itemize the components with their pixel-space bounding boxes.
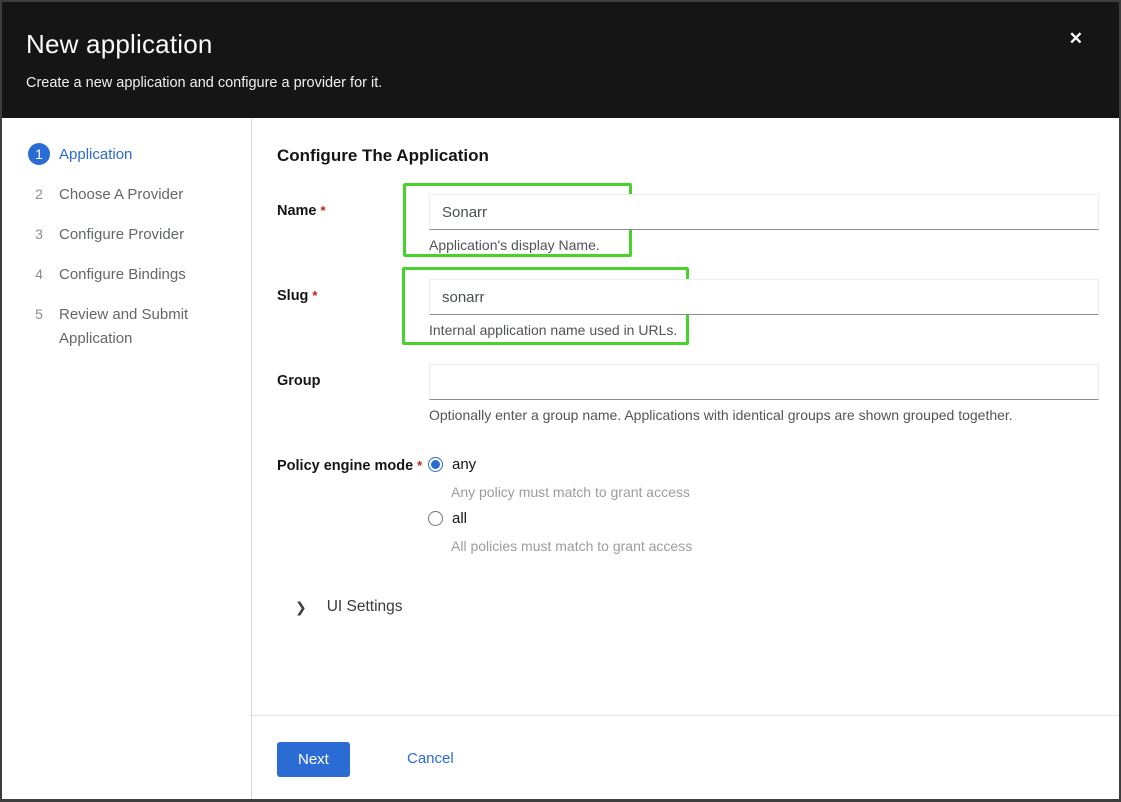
policy-engine-mode-label: Policy engine mode*	[277, 458, 422, 474]
modal-body: 1 Application 2 Choose A Provider 3 Conf…	[2, 118, 1119, 801]
close-icon[interactable]: ✕	[1069, 30, 1083, 47]
step-choose-provider[interactable]: 2 Choose A Provider	[28, 183, 231, 207]
step-review-submit[interactable]: 5 Review and Submit Application	[28, 303, 231, 351]
step-number: 1	[28, 143, 50, 165]
page-title: Configure The Application	[277, 146, 489, 166]
name-help-text: Application's display Name.	[429, 237, 600, 253]
wizard-stepper: 1 Application 2 Choose A Provider 3 Conf…	[2, 118, 252, 801]
step-label: Configure Provider	[59, 223, 184, 247]
step-label: Application	[59, 143, 132, 167]
modal-header: New application Create a new application…	[2, 2, 1119, 118]
step-number: 5	[28, 303, 50, 325]
ui-settings-label: UI Settings	[327, 598, 403, 616]
slug-field[interactable]	[429, 279, 1099, 315]
required-asterisk: *	[312, 288, 317, 303]
step-number: 4	[28, 263, 50, 285]
group-field[interactable]	[429, 364, 1099, 400]
name-field[interactable]	[429, 194, 1099, 230]
modal-subtitle: Create a new application and configure a…	[26, 75, 1095, 91]
wizard-content: Configure The Application Name* Applicat…	[252, 118, 1119, 801]
new-application-modal: New application Create a new application…	[0, 0, 1121, 802]
step-label: Configure Bindings	[59, 263, 186, 287]
chevron-right-icon: ❯	[295, 599, 307, 616]
step-number: 3	[28, 223, 50, 245]
policy-mode-all-description: All policies must match to grant access	[451, 538, 692, 554]
ui-settings-expander[interactable]: ❯ UI Settings	[295, 598, 403, 616]
policy-mode-any-label: any	[452, 456, 476, 473]
step-number: 2	[28, 183, 50, 205]
policy-mode-any-radio[interactable]	[428, 457, 443, 472]
next-button[interactable]: Next	[277, 742, 350, 777]
slug-label: Slug*	[277, 288, 317, 304]
modal-title: New application	[26, 29, 1095, 60]
policy-mode-all-label: all	[452, 510, 467, 527]
required-asterisk: *	[417, 458, 422, 473]
required-asterisk: *	[321, 203, 326, 218]
policy-mode-any-description: Any policy must match to grant access	[451, 484, 690, 500]
step-application[interactable]: 1 Application	[28, 143, 231, 167]
cancel-link[interactable]: Cancel	[407, 750, 454, 767]
slug-help-text: Internal application name used in URLs.	[429, 322, 677, 338]
policy-mode-all-option[interactable]: all	[428, 510, 467, 527]
step-label: Choose A Provider	[59, 183, 183, 207]
step-label: Review and Submit Application	[59, 303, 231, 351]
footer-divider	[252, 715, 1119, 716]
group-help-text: Optionally enter a group name. Applicati…	[429, 407, 1013, 423]
step-configure-bindings[interactable]: 4 Configure Bindings	[28, 263, 231, 287]
group-label: Group	[277, 373, 321, 389]
policy-mode-all-radio[interactable]	[428, 511, 443, 526]
name-label: Name*	[277, 203, 326, 219]
step-configure-provider[interactable]: 3 Configure Provider	[28, 223, 231, 247]
policy-mode-any-option[interactable]: any	[428, 456, 476, 473]
